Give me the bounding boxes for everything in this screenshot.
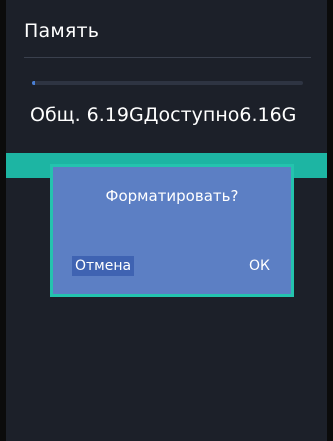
ok-button[interactable]: ОК (249, 258, 270, 274)
dialog-question: Форматировать? (105, 187, 239, 205)
storage-info-text: Общ. 6.19GДоступно6.16G (30, 104, 297, 126)
format-confirm-dialog: Форматировать? Отмена ОК (50, 164, 294, 297)
cancel-button[interactable]: Отмена (72, 256, 135, 276)
storage-progress-bar (32, 81, 303, 85)
page-title: Память (24, 20, 100, 42)
header-divider (24, 57, 311, 58)
storage-progress-fill (32, 81, 35, 85)
memory-screen: Память Общ. 6.19GДоступно6.16G Форматиро… (6, 0, 327, 441)
